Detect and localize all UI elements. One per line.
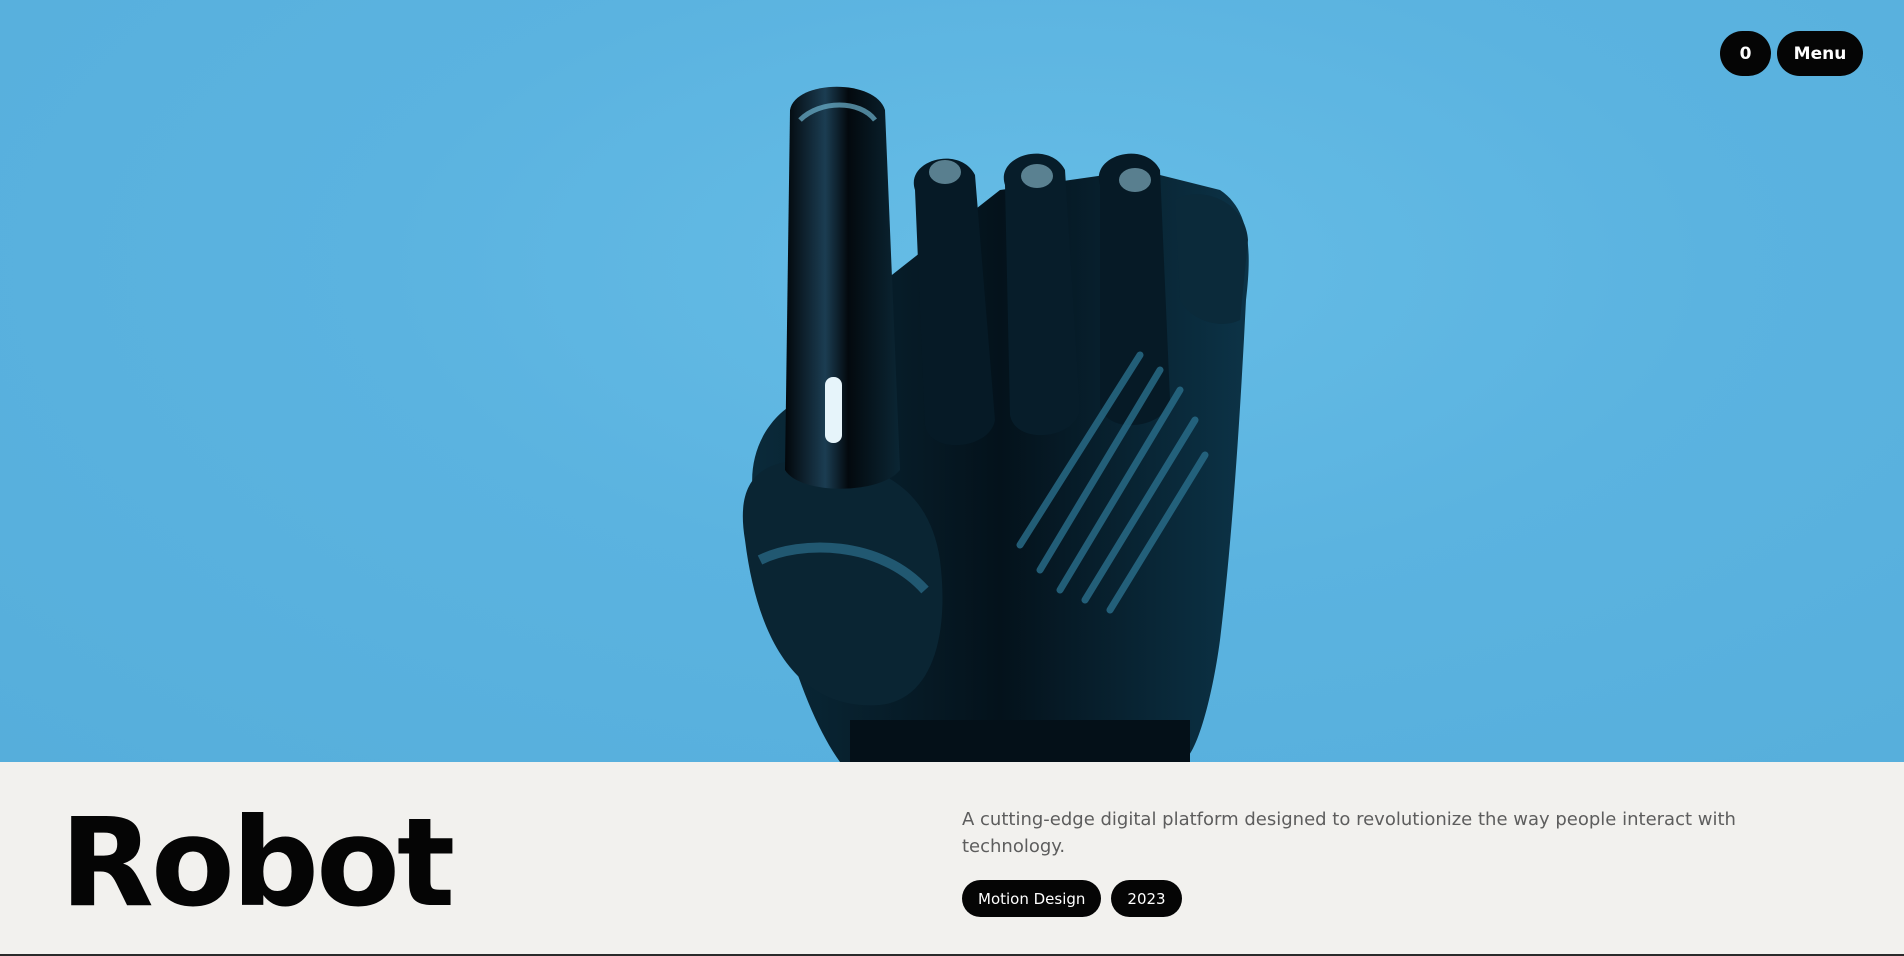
- top-controls: 0 Menu: [1720, 31, 1863, 76]
- cart-count-button[interactable]: 0: [1720, 31, 1771, 76]
- project-tags: Motion Design 2023: [962, 880, 1182, 917]
- project-description: A cutting-edge digital platform designed…: [962, 809, 1736, 857]
- project-title: Robot: [60, 792, 455, 934]
- hero-image: 0 Menu: [0, 0, 1904, 762]
- project-page: 0 Menu Robot A cutting-edge digital plat…: [0, 0, 1904, 956]
- menu-button[interactable]: Menu: [1777, 31, 1863, 76]
- project-info: Robot A cutting-edge digital platform de…: [0, 762, 1904, 956]
- tag-year[interactable]: 2023: [1111, 880, 1182, 917]
- tag-motion-design[interactable]: Motion Design: [962, 880, 1102, 917]
- robotic-hand-icon: [742, 86, 1249, 762]
